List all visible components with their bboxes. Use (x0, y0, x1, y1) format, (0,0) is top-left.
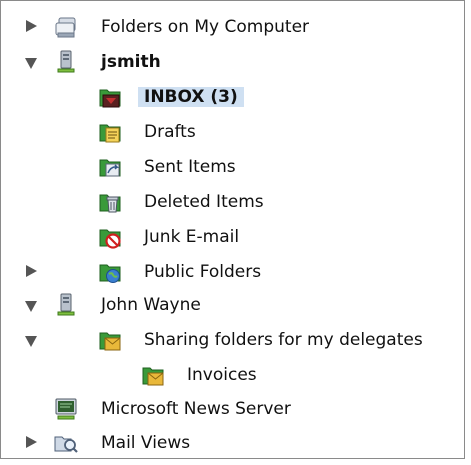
tree-item-label: Invoices (187, 365, 257, 385)
shared-folder-icon (140, 362, 166, 388)
tree-item-label: Microsoft News Server (101, 399, 291, 419)
expand-arrow-icon[interactable] (26, 265, 37, 277)
collapse-arrow-icon[interactable] (25, 301, 37, 312)
tree-item-sharing-folders[interactable]: Sharing folders for my delegates (1, 325, 464, 355)
tree-item-label: Junk E-mail (144, 227, 240, 247)
tree-item-deleted-items[interactable]: Deleted Items (1, 187, 464, 217)
mail-views-icon (53, 430, 79, 456)
tree-item-label: INBOX (3) (138, 87, 244, 107)
tree-item-sent-items[interactable]: Sent Items (1, 152, 464, 182)
sent-items-folder-icon (97, 154, 123, 180)
tree-item-label: Mail Views (101, 433, 191, 453)
tree-item-label: jsmith (101, 52, 161, 72)
tree-item-inbox[interactable]: INBOX (3) (1, 82, 464, 112)
tree-item-label: Deleted Items (144, 192, 264, 212)
tree-item-label: Public Folders (144, 262, 262, 282)
folder-tree: Folders on My Computer jsmith INBOX (3) (0, 0, 465, 459)
folders-icon (53, 14, 79, 40)
deleted-items-folder-icon (97, 189, 123, 215)
tree-item-jsmith[interactable]: jsmith (1, 47, 464, 77)
server-account-icon (53, 49, 79, 75)
tree-item-junk-email[interactable]: Junk E-mail (1, 222, 464, 252)
drafts-folder-icon (97, 119, 123, 145)
tree-item-label: Sharing folders for my delegates (144, 330, 423, 350)
expand-arrow-icon[interactable] (26, 20, 37, 32)
news-server-icon (53, 396, 79, 422)
tree-item-invoices[interactable]: Invoices (1, 360, 464, 390)
tree-item-label: Sent Items (144, 157, 236, 177)
inbox-folder-icon (97, 84, 123, 110)
tree-item-mail-views[interactable]: Mail Views (1, 428, 464, 458)
tree-item-public-folders[interactable]: Public Folders (1, 257, 464, 287)
collapse-arrow-icon[interactable] (25, 336, 37, 347)
tree-item-label: John Wayne (101, 295, 201, 315)
junk-email-folder-icon (97, 224, 123, 250)
shared-folder-icon (97, 327, 123, 353)
tree-item-drafts[interactable]: Drafts (1, 117, 464, 147)
expand-arrow-icon[interactable] (26, 436, 37, 448)
tree-item-john-wayne[interactable]: John Wayne (1, 290, 464, 320)
collapse-arrow-icon[interactable] (25, 58, 37, 69)
tree-item-label: Folders on My Computer (101, 17, 310, 37)
tree-item-folders-on-my-computer[interactable]: Folders on My Computer (1, 12, 464, 42)
tree-item-label: Drafts (144, 122, 196, 142)
tree-item-microsoft-news-server[interactable]: Microsoft News Server (1, 394, 464, 424)
public-folders-icon (97, 259, 123, 285)
server-account-icon (53, 292, 79, 318)
